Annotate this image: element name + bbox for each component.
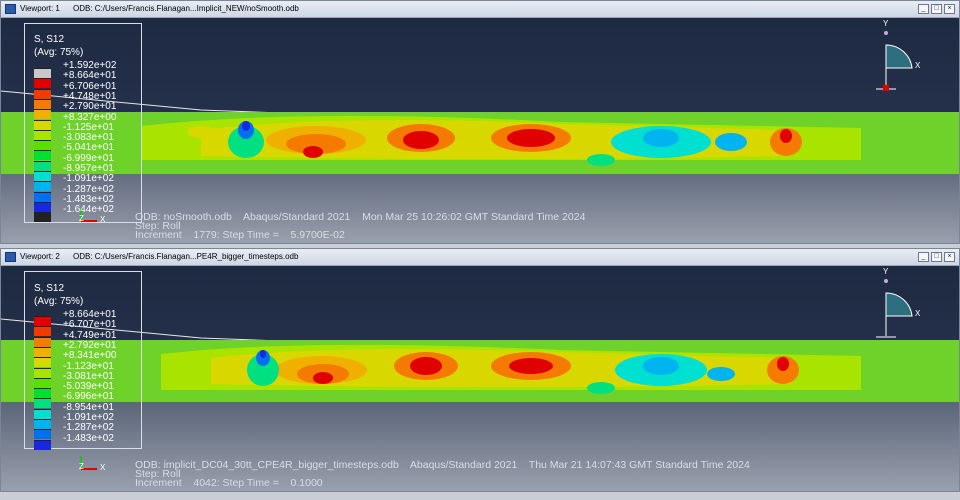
legend-swatch [34, 119, 51, 130]
viewport-2-titlebar[interactable]: Viewport: 2 ODB: C:/Users/Francis.Flanag… [1, 249, 959, 266]
viewport-2[interactable]: Viewport: 2 ODB: C:/Users/Francis.Flanag… [0, 248, 960, 492]
svg-text:Y: Y [883, 267, 889, 276]
legend-2-subtitle: (Avg: 75%) [34, 296, 84, 307]
legend-swatch [34, 336, 51, 347]
viewport-1-canvas[interactable]: Y X S, S12 (Avg: 75%) +1.592e+02 +8.664e+… [1, 18, 959, 243]
legend-2-title: S, S12 [34, 283, 65, 294]
legend-value: -1.091e+02 [63, 173, 114, 185]
legend-swatch [34, 346, 51, 357]
viewport-1-titlebar[interactable]: Viewport: 1 ODB: C:/Users/Francis.Flanag… [1, 1, 959, 18]
legend-swatch [34, 212, 51, 223]
viewport-1-info-increment: Increment 1779: Step Time = 5.9700E-02 [135, 229, 345, 241]
legend-value: +8.327e+00 [63, 111, 117, 123]
legend-value: -5.041e+01 [63, 142, 114, 154]
svg-text:X: X [915, 309, 921, 318]
legend-swatch [34, 419, 51, 429]
legend-value: -1.483e+02 [63, 432, 114, 444]
maximize-icon[interactable]: □ [931, 252, 942, 262]
legend-swatch [34, 181, 51, 192]
axis-z-label: Z [79, 214, 84, 223]
axis-x-label: X [100, 215, 106, 224]
close-icon[interactable]: × [944, 4, 955, 14]
viewport-1[interactable]: Viewport: 1 ODB: C:/Users/Francis.Flanag… [0, 0, 960, 244]
legend-swatch [34, 201, 51, 212]
legend-swatch [34, 191, 51, 202]
legend-swatch [34, 171, 51, 181]
viewport-2-info-increment: Increment 4042: Step Time = 0.1000 [135, 477, 323, 489]
legend-swatch [34, 68, 51, 78]
legend-swatch [34, 388, 51, 399]
viewport-2-odb-path: ODB: C:/Users/Francis.Flanagan...PE4R_bi… [73, 252, 299, 261]
legend-swatch [34, 150, 51, 161]
svg-text:X: X [915, 61, 921, 70]
viewport-icon[interactable] [5, 252, 16, 262]
legend-swatch [34, 129, 51, 140]
legend-value: -1.287e+02 [63, 422, 114, 434]
legend-value: -1.123e+01 [63, 360, 114, 372]
maximize-icon[interactable]: □ [931, 4, 942, 14]
viewport-1-info-odb: ODB: noSmooth.odb Abaqus/Standard 2021 M… [135, 211, 586, 223]
legend-swatch [34, 367, 51, 378]
legend-swatch [34, 316, 51, 326]
legend-swatch [34, 357, 51, 368]
legend-value: +8.341e+00 [63, 350, 117, 362]
legend-swatch [34, 377, 51, 388]
legend-swatch [34, 140, 51, 151]
legend-1-title: S, S12 [34, 34, 65, 45]
legend-swatch [34, 408, 51, 419]
legend-swatch [34, 429, 51, 440]
legend-swatch [34, 160, 51, 171]
legend-swatch [34, 88, 51, 99]
legend-value: +6.707e+01 [63, 319, 117, 331]
viewport-1-odb-path: ODB: C:/Users/Francis.Flanagan...Implici… [73, 4, 299, 13]
legend-value: -6.996e+01 [63, 391, 114, 403]
viewport-2-info-odb: ODB: implicit_DC04_30tt_CPE4R_bigger_tim… [135, 459, 750, 471]
viewport-2-canvas[interactable]: Y X S, S12 (Avg: 75%) +8.664e+01 +6.707e+… [1, 266, 959, 491]
viewport-1-title: Viewport: 1 [20, 4, 60, 13]
legend-value: +8.664e+01 [63, 70, 117, 82]
legend-swatch [34, 439, 51, 450]
legend-swatch [34, 398, 51, 409]
svg-text:Y: Y [883, 19, 889, 28]
viewport-icon[interactable] [5, 4, 16, 14]
legend-value: +2.790e+01 [63, 101, 117, 113]
close-icon[interactable]: × [944, 252, 955, 262]
axis-x-label: X [100, 463, 106, 472]
legend-swatch [34, 109, 51, 120]
legend-value: -1.644e+02 [63, 204, 114, 216]
minimize-icon[interactable]: _ [918, 4, 929, 14]
viewport-2-title: Viewport: 2 [20, 252, 60, 261]
legend-swatch [34, 78, 51, 89]
legend-1-subtitle: (Avg: 75%) [34, 47, 84, 58]
legend-swatch [34, 98, 51, 109]
axis-z-label: Z [79, 462, 84, 471]
legend-swatch [34, 326, 51, 337]
minimize-icon[interactable]: _ [918, 252, 929, 262]
